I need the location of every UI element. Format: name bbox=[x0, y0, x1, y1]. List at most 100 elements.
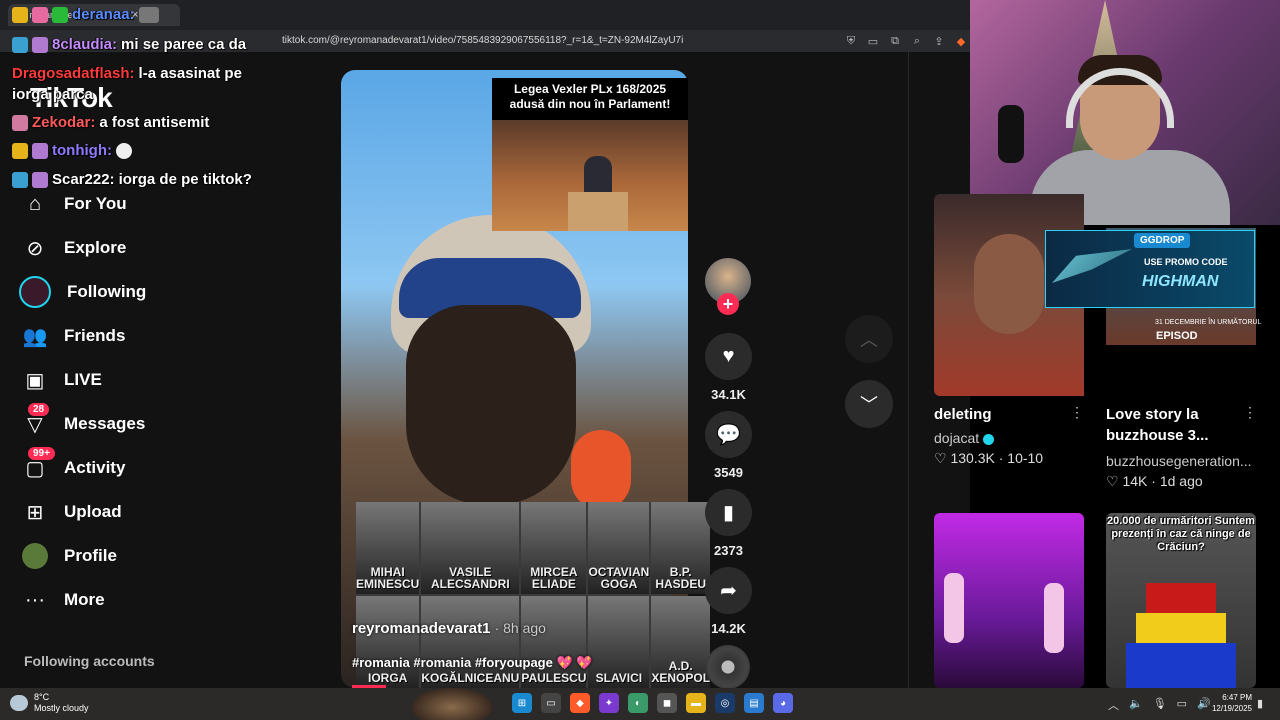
notification-icon[interactable]: ▮ bbox=[1257, 697, 1263, 710]
share-icon[interactable]: ⇪ bbox=[931, 33, 947, 49]
portrait-name: MIRCEA ELIADE bbox=[530, 565, 578, 591]
activity-badge: 99+ bbox=[28, 447, 55, 460]
app-icon[interactable]: ◐ bbox=[628, 693, 648, 713]
portrait: A.D. XENOPOL bbox=[651, 596, 710, 688]
video-inset: Legea Vexler PLx 168/2025 adusă din nou … bbox=[492, 78, 688, 231]
portrait-name: PAULESCU bbox=[521, 671, 587, 685]
chat-message: deranaa: bbox=[12, 6, 159, 23]
inset-caption-line2: adusă din nou în Parlament! bbox=[509, 97, 671, 111]
tracking-shield-icon[interactable]: ⛨ bbox=[843, 33, 859, 49]
weather-temp: 8°C bbox=[34, 692, 50, 702]
flag-stripe-red bbox=[1146, 583, 1216, 613]
card-author-name[interactable]: dojacat bbox=[934, 430, 979, 446]
app-icon[interactable]: ◼ bbox=[657, 693, 677, 713]
picture-in-picture-icon[interactable]: ⧉ bbox=[887, 33, 903, 49]
notepad-icon[interactable]: ▤ bbox=[744, 693, 764, 713]
following-accounts-heading: Following accounts bbox=[24, 653, 155, 669]
emote-icon bbox=[115, 142, 132, 159]
flag-stripe-yellow bbox=[1136, 613, 1226, 643]
card-title[interactable]: Love story la buzzhouse 3... bbox=[1106, 404, 1236, 446]
nav-following[interactable]: Following bbox=[19, 276, 147, 308]
chat-text: iorga parca bbox=[12, 86, 93, 103]
chat-text: iorga de pe tiktok? bbox=[118, 171, 252, 188]
activity-icon: ▢ 99+ bbox=[22, 447, 55, 481]
chat-text: a fost antisemit bbox=[99, 114, 210, 131]
app-icon[interactable]: ✦ bbox=[599, 693, 619, 713]
portrait-name: SLAVICI bbox=[595, 671, 643, 685]
prime-badge-icon bbox=[12, 171, 28, 188]
brave-shield-icon[interactable]: ◆ bbox=[953, 33, 969, 49]
system-tray: ︿ 🔈 🎙 ▭ 🔊 bbox=[1108, 697, 1211, 713]
microphone-icon bbox=[998, 105, 1024, 163]
video-author[interactable]: reyromanadevarat1 · 8h ago bbox=[352, 620, 546, 637]
sound-disc-icon[interactable] bbox=[706, 645, 750, 689]
feed-thumbnail[interactable] bbox=[934, 513, 1084, 688]
taskbar-apps: ⊞ ▭ ◆ ✦ ◐ ◼ ▬ ◎ ▤ ◕ bbox=[512, 693, 793, 713]
card-author[interactable]: buzzhousegeneration... bbox=[1106, 453, 1256, 469]
nav-live[interactable]: ▣ LIVE bbox=[22, 365, 102, 395]
like-button[interactable]: ♥ bbox=[705, 333, 752, 380]
upload-icon: ⊞ bbox=[26, 501, 44, 524]
chevron-up-icon[interactable]: ︿ bbox=[1108, 697, 1119, 713]
nav-label: LIVE bbox=[64, 370, 102, 389]
post-age: · 8h ago bbox=[494, 620, 546, 636]
portrait: PAULESCU bbox=[521, 596, 587, 688]
heart-icon: ♥ bbox=[722, 345, 735, 367]
mic-icon[interactable]: 🎙 bbox=[1153, 697, 1167, 713]
nav-messages[interactable]: ▽ 28 Messages bbox=[22, 403, 145, 439]
nav-activity[interactable]: ▢ 99+ Activity bbox=[22, 447, 125, 483]
task-view-icon[interactable]: ▭ bbox=[541, 693, 561, 713]
nav-label: Friends bbox=[64, 326, 126, 345]
chat-message: 8claudia: mi se paree ca da bbox=[12, 36, 246, 53]
address-bar-icons: ⛨ ▭ ⧉ ⌕ ⇪ ◆ ▲ bbox=[843, 33, 991, 49]
nav-profile[interactable]: Profile bbox=[22, 541, 117, 571]
nav-for-you[interactable]: ⌂ For You bbox=[22, 189, 127, 219]
zoom-icon[interactable]: ⌕ bbox=[909, 33, 925, 49]
comment-count: 3549 bbox=[714, 465, 743, 480]
network-icon[interactable]: ▭ bbox=[1177, 697, 1187, 713]
author-handle[interactable]: reyromanadevarat1 bbox=[352, 620, 490, 637]
more-vertical-icon[interactable]: ⋮ bbox=[1070, 404, 1084, 421]
follow-plus-icon[interactable]: + bbox=[717, 293, 739, 315]
portrait: SLAVICI bbox=[588, 596, 650, 688]
brave-browser-icon[interactable]: ◆ bbox=[570, 693, 590, 713]
taskbar-overlay-figure bbox=[412, 688, 492, 720]
crown-badge-icon bbox=[12, 142, 28, 159]
file-explorer-icon[interactable]: ▬ bbox=[686, 693, 706, 713]
windows-start-icon[interactable]: ⊞ bbox=[512, 693, 532, 713]
nav-label: More bbox=[64, 590, 105, 609]
weather-widget[interactable]: 8°C Mostly cloudy bbox=[10, 692, 89, 714]
previous-video-button[interactable]: ︿ bbox=[845, 315, 893, 363]
nav-upload[interactable]: ⊞ Upload bbox=[22, 497, 122, 527]
nav-friends[interactable]: 👥 Friends bbox=[22, 321, 126, 351]
chat-message: Scar222: iorga de pe tiktok? bbox=[12, 171, 252, 188]
inset-caption: Legea Vexler PLx 168/2025 adusă din nou … bbox=[492, 82, 688, 112]
chat-username: deranaa: bbox=[72, 6, 135, 23]
next-video-button[interactable]: ﹀ bbox=[845, 380, 893, 428]
clock[interactable]: 6:47 PM 12/19/2025 bbox=[1204, 692, 1252, 714]
portrait-name: B.P. HASDEU bbox=[655, 565, 707, 591]
nav-more[interactable]: ··· More bbox=[22, 585, 105, 615]
comment-button[interactable]: 💬 bbox=[705, 411, 752, 458]
nav-label: Profile bbox=[64, 546, 117, 565]
more-vertical-icon[interactable]: ⋮ bbox=[1243, 404, 1257, 421]
card-date: 1d ago bbox=[1159, 473, 1203, 489]
url-field[interactable]: tiktok.com/@reyromanadevarat1/video/7585… bbox=[282, 35, 683, 46]
card-title[interactable]: deleting bbox=[934, 404, 1084, 425]
share-button[interactable]: ➦ bbox=[705, 567, 752, 614]
sponsor-banner: GGDROP USE PROMO CODE HIGHMAN bbox=[1045, 230, 1255, 308]
reader-icon[interactable]: ▭ bbox=[865, 33, 881, 49]
steam-icon[interactable]: ◎ bbox=[715, 693, 735, 713]
sub-badge-icon bbox=[32, 142, 48, 159]
discord-icon[interactable]: ◕ bbox=[773, 693, 793, 713]
sub-badge-icon bbox=[12, 114, 28, 131]
speaker-icon[interactable]: 🔈 bbox=[1129, 697, 1143, 713]
card-author[interactable]: dojacat bbox=[934, 430, 995, 446]
video-hashtags[interactable]: #romania #romania #foryoupage 💖 💖 bbox=[352, 655, 592, 671]
chevron-up-icon: ︿ bbox=[860, 330, 878, 350]
chat-message: Zekodar: a fost antisemit bbox=[12, 114, 209, 131]
nav-explore[interactable]: ⊘ Explore bbox=[22, 233, 127, 263]
save-button[interactable]: ▮ bbox=[705, 489, 752, 536]
nav-label: Following bbox=[67, 282, 147, 301]
inset-caption-line1: Legea Vexler PLx 168/2025 bbox=[513, 82, 667, 96]
